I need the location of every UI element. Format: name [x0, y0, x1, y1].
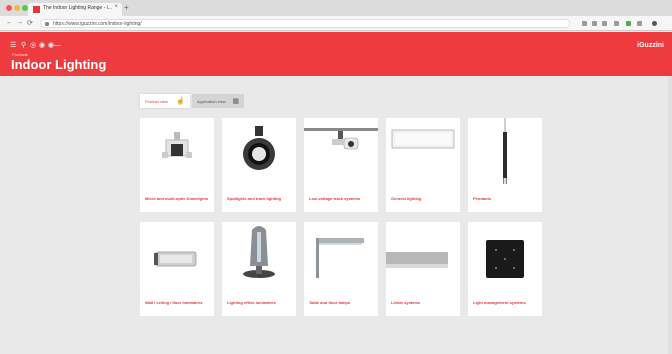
url-input[interactable]: https://www.iguzzini.com/indoor-lighting… [40, 19, 570, 28]
product-card[interactable]: Light management systems [468, 222, 542, 316]
new-tab-button[interactable]: + [124, 3, 129, 12]
effect-luminaire-icon [243, 226, 275, 278]
profile-icon[interactable] [652, 21, 657, 26]
card-label: General lighting [391, 196, 422, 201]
globe-icon[interactable]: ◎ [30, 41, 36, 49]
spotlight-icon [243, 126, 275, 170]
search-icon[interactable]: ⚲ [21, 41, 26, 49]
reload-button[interactable]: ⟳ [27, 19, 33, 27]
product-card[interactable]: Pendants [468, 118, 542, 212]
more-icon[interactable]: ◉— [48, 41, 61, 49]
tab-close-icon[interactable]: × [114, 4, 118, 10]
product-card[interactable]: Low-voltage track systems [304, 118, 378, 212]
product-card[interactable]: General lighting [386, 118, 460, 212]
extension-icon[interactable] [614, 21, 619, 26]
control-panel-icon [486, 240, 524, 278]
forward-button[interactable]: → [16, 19, 23, 26]
lock-icon [45, 22, 49, 26]
product-view-label: Product view [145, 98, 168, 104]
extension-icon[interactable] [637, 21, 642, 26]
page-title: Indoor Lighting [11, 57, 107, 72]
downlight-icon [162, 132, 192, 158]
pendant-icon [503, 118, 507, 184]
site-header: ☰ ⚲ ◎ ◉ ◉— iGuzzini Products Indoor Ligh… [0, 32, 672, 76]
card-label: Lighting effect luminaires [227, 300, 276, 305]
close-window-icon[interactable] [6, 5, 12, 11]
card-label: Spotlights and track lighting [227, 196, 281, 201]
product-card[interactable]: Table and floor lamps [304, 222, 378, 316]
card-label: Wall / ceiling / floor luminaires [145, 300, 203, 305]
product-view-button[interactable]: Product view ☝ [140, 94, 190, 108]
card-label: Micro and multi-optic Downlights [145, 196, 209, 201]
card-label: Linear systems [391, 300, 421, 305]
scrollbar[interactable] [668, 76, 672, 354]
linear-icon [386, 252, 448, 268]
favicon-icon [33, 6, 40, 13]
minimize-window-icon[interactable] [14, 5, 20, 11]
menu-icon[interactable]: ☰ [10, 41, 16, 49]
url-text: https://www.iguzzini.com/indoor-lighting… [53, 21, 142, 27]
brand-logo[interactable]: iGuzzini [637, 42, 664, 49]
track-icon [304, 128, 378, 150]
browser-tab-bar: The Indoor Lighting Range - i... × + [0, 0, 672, 16]
extension-icon[interactable] [582, 21, 587, 26]
user-icon[interactable]: ◉ [39, 41, 45, 49]
browser-tab[interactable]: The Indoor Lighting Range - i... × [28, 3, 122, 16]
product-card[interactable]: Lighting effect luminaires [222, 222, 296, 316]
extension-icon[interactable] [602, 21, 607, 26]
card-label: Low-voltage track systems [309, 196, 361, 201]
product-card[interactable]: Wall / ceiling / floor luminaires [140, 222, 214, 316]
tab-title: The Indoor Lighting Range - i... [43, 5, 112, 11]
product-card[interactable]: Micro and multi-optic Downlights [140, 118, 214, 212]
application-view-label: Application view [197, 98, 226, 104]
address-bar: ← → ⟳ https://www.iguzzini.com/indoor-li… [0, 16, 672, 31]
floor-lamp-icon [316, 238, 364, 278]
grid-icon: ▦ [232, 98, 239, 105]
product-card[interactable]: Spotlights and track lighting [222, 118, 296, 212]
product-card[interactable]: Linear systems [386, 222, 460, 316]
wall-luminaire-icon [154, 251, 197, 267]
card-label: Light management systems [473, 300, 526, 305]
panel-icon [391, 129, 455, 149]
back-button[interactable]: ← [6, 19, 13, 26]
extension-icon[interactable] [626, 21, 631, 26]
application-view-button[interactable]: Application view ▦ [192, 94, 244, 108]
card-label: Pendants [473, 196, 492, 201]
card-label: Table and floor lamps [309, 300, 351, 305]
pointer-icon: ☝ [176, 98, 185, 105]
extension-icon[interactable] [592, 21, 597, 26]
